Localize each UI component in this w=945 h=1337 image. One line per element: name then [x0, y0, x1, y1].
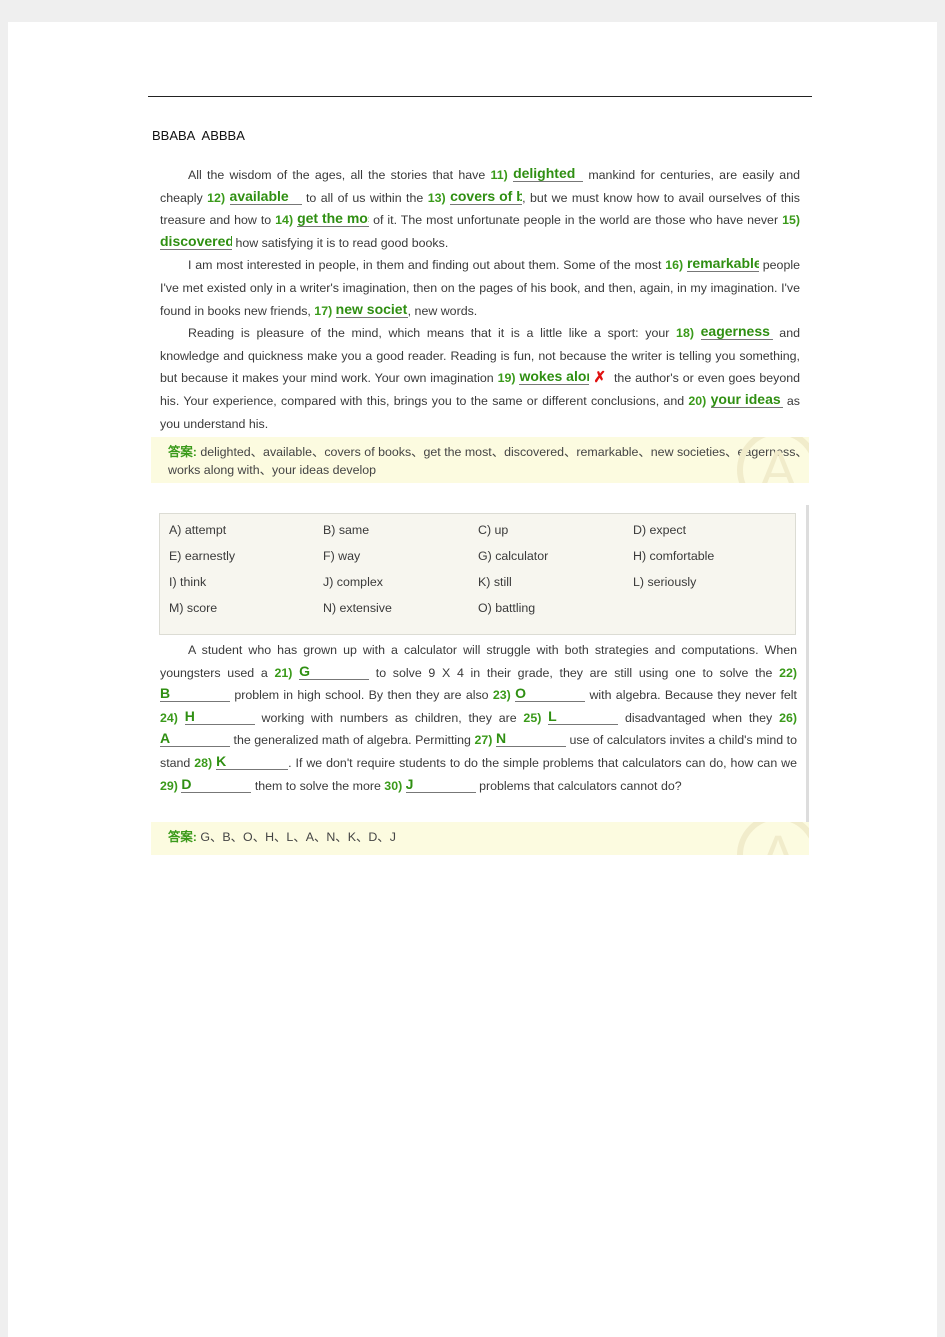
watermark-icon: A — [737, 822, 809, 855]
answer-label: 答案: — [168, 830, 197, 844]
filled-blank: eagerness — [700, 323, 773, 341]
passage-text: to all of us within the — [301, 190, 428, 205]
filled-blank: H — [184, 708, 255, 725]
answer-box-2: A 答案: G、B、O、H、L、A、N、K、D、J — [151, 822, 809, 855]
question-number: 14) — [275, 213, 294, 228]
question-number: 30) — [384, 778, 403, 793]
passage-text: the generalized math of algebra. Permitt… — [230, 733, 475, 748]
passage-text: Reading is pleasure of the mind, which m… — [188, 326, 677, 341]
passage-text: with algebra. Because they never felt — [585, 688, 798, 703]
passage-text: working with numbers as children, they a… — [254, 710, 524, 725]
wrong-mark-icon: ✗ — [593, 369, 607, 387]
question-number: 11) — [490, 168, 508, 182]
question-number: 22) — [779, 665, 797, 680]
question-number: 28) — [194, 755, 213, 770]
passage-2: A student who has grown up with a calcul… — [160, 639, 797, 797]
question-number: 24) — [160, 710, 178, 725]
word-option: H) comfortable — [633, 549, 715, 563]
paragraph: All the wisdom of the ages, all the stor… — [160, 164, 800, 254]
passage-text: problem in high school. By then they are… — [230, 688, 493, 703]
question-number: 29) — [160, 778, 178, 793]
filled-blank: O — [515, 685, 586, 703]
passage-text: problems that calculators cannot do? — [475, 778, 682, 793]
word-option: M) score — [169, 601, 218, 615]
filled-blank: delighted — [513, 165, 584, 182]
word-option: D) expect — [633, 523, 687, 537]
question-number: 25) — [523, 710, 542, 725]
question-number: 21) — [274, 665, 293, 680]
exercise-image-2: A) attempt B) same C) up D) expect E) earnes… — [151, 505, 809, 855]
word-option: A) attempt — [169, 523, 227, 537]
answer-key-line: BBABA ABBBA — [152, 128, 245, 143]
filled-blank: available — [229, 188, 302, 205]
question-number: 18) — [676, 326, 694, 341]
word-option: C) up — [478, 523, 509, 537]
word-option: L) seriously — [633, 575, 697, 589]
passage-text: disadvantaged when they — [618, 710, 780, 725]
word-option: J) complex — [323, 575, 383, 589]
question-number: 16) — [665, 258, 684, 273]
word-option: F) way — [323, 549, 361, 563]
word-bank: A) attempt B) same C) up D) expect E) earnes… — [159, 513, 796, 635]
question-number: 17) — [314, 303, 333, 318]
answer-box-1: A 答案: delighted、available、covers of book… — [151, 437, 809, 483]
passage-text: to solve 9 X 4 in their grade, they are … — [369, 665, 780, 680]
header-rule — [148, 96, 812, 97]
question-number: 19) — [497, 371, 516, 386]
image-border — [806, 505, 809, 855]
filled-blank: K — [216, 753, 289, 770]
question-number: 23) — [492, 688, 511, 703]
passage-text: of it. The most unfortunate people in th… — [369, 213, 783, 228]
question-number: 26) — [779, 710, 797, 725]
filled-blank: L — [548, 708, 619, 725]
answer-label: 答案: — [168, 445, 197, 459]
filled-blank: get the most — [297, 210, 370, 228]
word-option: B) same — [323, 523, 370, 537]
word-option: N) extensive — [323, 601, 392, 615]
filled-blank: J — [405, 776, 476, 793]
word-option: K) still — [478, 575, 512, 589]
passage-text: I am most interested in people, in them … — [188, 258, 666, 273]
filled-blank: G — [299, 663, 370, 680]
word-option: O) battling — [478, 601, 536, 615]
filled-blank: B — [160, 685, 230, 703]
word-option: I) think — [169, 575, 207, 589]
passage-text: them to solve the more — [251, 778, 385, 793]
paragraph: A student who has grown up with a calcul… — [160, 639, 797, 797]
passage-text: . If we don't require students to do the… — [288, 755, 797, 770]
paragraph: Reading is pleasure of the mind, which m… — [160, 322, 800, 435]
answer-text: G、B、O、H、L、A、N、K、D、J — [200, 830, 396, 844]
word-option: E) earnestly — [169, 549, 236, 563]
passage-1: All the wisdom of the ages, all the stor… — [160, 164, 800, 435]
filled-blank: remarkable — [686, 255, 759, 273]
question-number: 20) — [688, 393, 707, 408]
filled-blank: covers of b — [450, 187, 523, 205]
filled-blank: your ideas — [710, 390, 783, 408]
passage-text: All the wisdom of the ages, all the stor… — [188, 168, 491, 182]
passage-text: , new words. — [407, 303, 478, 318]
question-number: 15) — [782, 213, 800, 228]
filled-blank: discovered — [160, 232, 232, 250]
exercise-image-1: All the wisdom of the ages, all the stor… — [151, 160, 809, 483]
passage-text: how satisfying it is to read good books. — [232, 235, 449, 250]
filled-blank: wokes along — [519, 368, 590, 386]
filled-blank: A — [160, 730, 230, 748]
answer-text: delighted、available、covers of books、get … — [168, 445, 808, 477]
question-number: 13) — [427, 190, 446, 205]
paragraph: I am most interested in people, in them … — [160, 254, 800, 322]
filled-blank: N — [495, 730, 566, 748]
watermark-icon: A — [737, 437, 809, 483]
question-number: 27) — [474, 733, 493, 748]
filled-blank: new societies — [335, 300, 408, 318]
question-number: 12) — [207, 190, 226, 205]
word-option: G) calculator — [478, 549, 549, 563]
filled-blank: D — [181, 776, 252, 793]
